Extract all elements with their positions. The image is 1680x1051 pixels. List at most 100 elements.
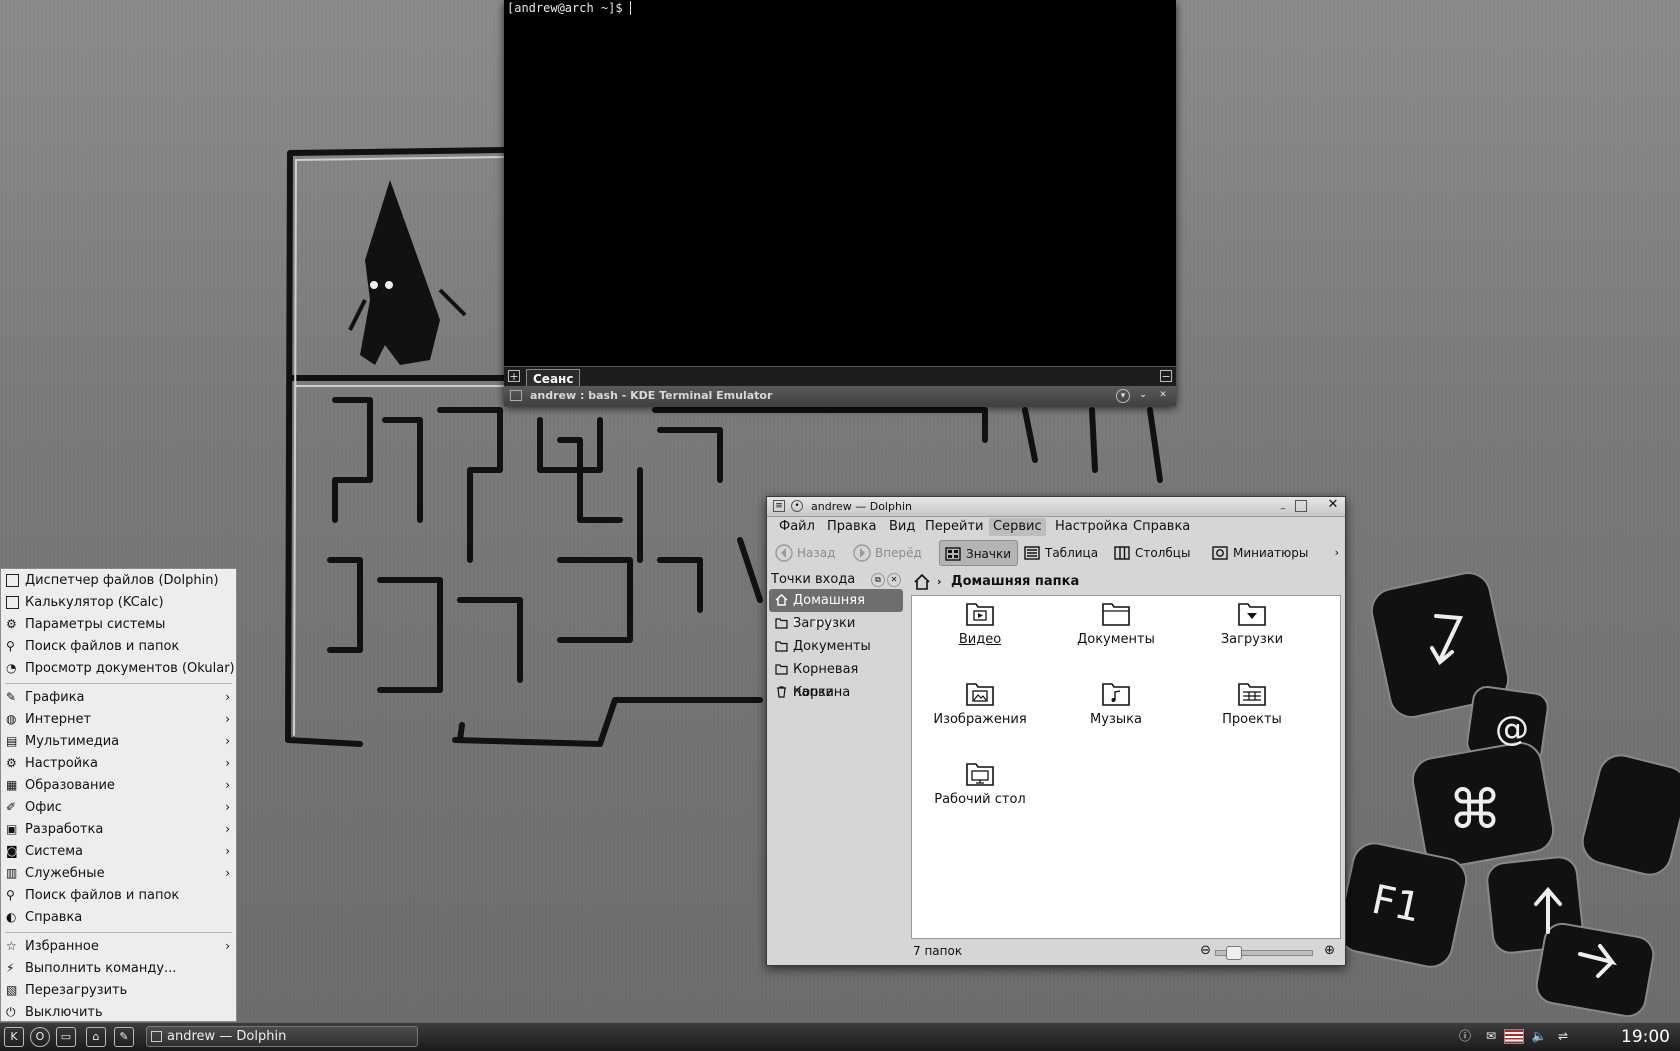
toolbar-overflow-icon[interactable]: › [1335,546,1339,559]
menu-category-office[interactable]: ✐ Офис › [1,797,236,818]
menu-tool-file-search[interactable]: ⚲ Поиск файлов и папок [1,885,236,906]
zoom-slider-thumb[interactable] [1226,946,1242,960]
pin-icon[interactable]: • [791,500,803,512]
details-view-button[interactable]: Таблица [1019,540,1098,566]
terminal-titlebar[interactable]: andrew : bash - KDE Terminal Emulator ▾ … [504,386,1176,406]
menu-help[interactable]: Справка [1129,518,1194,536]
folder-item[interactable]: Проекты [1192,680,1312,727]
close-icon[interactable]: ✕ [1156,389,1170,403]
clock[interactable]: 19:00 [1621,1023,1670,1051]
menu-go[interactable]: Перейти [921,518,988,536]
folder-item[interactable]: Видео [920,600,1040,647]
place-trash[interactable]: Корзина [769,681,903,704]
minimize-icon[interactable]: _ [1277,500,1289,512]
place-root[interactable]: Корневая папка [769,658,903,700]
forward-arrow-icon [853,544,871,562]
keyboard-layout-flag-icon[interactable] [1504,1029,1524,1044]
menu-tool-help[interactable]: ◐ Справка [1,907,236,928]
close-panel-icon[interactable]: ✕ [887,573,901,587]
menu-category-education[interactable]: ▦ Образование › [1,775,236,796]
star-icon: ☆ [6,939,17,953]
svg-text:⌘: ⌘ [1448,778,1502,841]
menu-settings[interactable]: Настройка [1051,518,1132,536]
terminal-prompt: [andrew@arch ~]$ [507,1,630,15]
text-editor-icon[interactable]: ✎ [114,1027,134,1047]
folder-label: Видео [958,632,1002,647]
taskbar-task-dolphin[interactable]: andrew — Dolphin [146,1026,418,1047]
preview-button[interactable]: Миниатюры [1207,540,1308,566]
detach-icon[interactable]: ⧉ [871,573,885,587]
folder-item[interactable]: Документы [1056,600,1176,647]
menu-app-label: Диспетчер файлов (Dolphin) [25,573,219,588]
close-icon[interactable]: ✕ [1327,498,1339,512]
mail-icon[interactable]: ✉ [1482,1029,1500,1044]
menu-file[interactable]: Файл [775,518,819,536]
menu-category-graphics[interactable]: ✎ Графика › [1,687,236,708]
terminal-screen[interactable]: [andrew@arch ~]$ [504,0,1176,366]
maximize-icon[interactable]: ⌄ [1136,389,1150,403]
menu-category-label: Система [25,844,84,859]
info-icon[interactable]: ⓘ [1456,1029,1474,1044]
wrench-icon: ⚙ [6,756,17,770]
window-menu-icon[interactable]: ≡ [773,500,785,512]
terminal-window[interactable]: [andrew@arch ~]$ + Сеанс − andrew : bash… [504,0,1176,406]
place-home[interactable]: Домашняя папка [769,589,903,631]
menu-app-file-search[interactable]: ⚲ Поиск файлов и папок [1,636,236,657]
volume-icon[interactable]: 🔈 [1530,1029,1548,1044]
breadcrumb[interactable]: › Домашняя папка [911,571,1341,593]
dolphin-window[interactable]: ≡ • andrew — Dolphin _ ✕ Файл Правка Вид… [766,496,1346,966]
forward-button[interactable]: Вперёд [849,540,922,566]
menu-view[interactable]: Вид [885,518,919,536]
menu-app-dolphin[interactable]: Диспетчер файлов (Dolphin) [1,570,236,591]
folder-item[interactable]: Загрузки [1192,600,1312,647]
home-icon[interactable] [913,573,931,591]
kde-menu-icon[interactable]: K [4,1027,24,1047]
menu-category-system[interactable]: ◙ Система › [1,841,236,862]
menu-category-settings[interactable]: ⚙ Настройка › [1,753,236,774]
menu-app-system-settings[interactable]: ⚙ Параметры системы [1,614,236,635]
menu-category-utilities[interactable]: ▥ Служебные › [1,863,236,884]
new-tab-icon[interactable]: + [508,370,520,382]
menu-tools[interactable]: Сервис [989,518,1046,536]
terminal-launcher-icon[interactable]: ▭ [56,1027,76,1047]
menu-category-internet[interactable]: ◍ Интернет › [1,709,236,730]
places-header: Точки входа ⧉ ✕ [769,571,903,589]
folder-item[interactable]: Изображения [920,680,1040,727]
zoom-slider[interactable] [1215,946,1313,960]
menu-category-multimedia[interactable]: ▤ Мультимедиа › [1,731,236,752]
home-launcher-icon[interactable]: ⌂ [86,1027,106,1047]
places-title: Точки входа [771,572,856,587]
restart-icon: ▧ [6,983,18,997]
back-button[interactable]: Назад [771,540,835,566]
menu-app-okular[interactable]: ◔ Просмотр документов (Okular) [1,658,236,679]
opera-icon[interactable]: O [30,1027,50,1047]
place-documents[interactable]: Документы [769,635,903,658]
zoom-in-icon[interactable]: ⊕ [1324,941,1335,961]
terminal-window-title: andrew : bash - KDE Terminal Emulator [530,389,773,402]
dolphin-window-title: andrew — Dolphin [811,500,912,513]
minimize-icon[interactable]: ▾ [1116,389,1130,403]
breadcrumb-separator-icon: › [937,575,942,588]
menu-edit[interactable]: Правка [823,518,880,536]
menu-run-command[interactable]: ⚡ Выполнить команду... [1,958,236,979]
folder-item[interactable]: Рабочий стол [920,760,1040,807]
menu-restart[interactable]: ▧ Перезагрузить [1,980,236,1001]
menu-app-kcalc[interactable]: Калькулятор (KCalc) [1,592,236,613]
menu-category-development[interactable]: ▣ Разработка › [1,819,236,840]
folder-item[interactable]: Музыка [1056,680,1176,727]
columns-view-label: Столбцы [1135,546,1191,560]
dolphin-titlebar[interactable]: ≡ • andrew — Dolphin _ ✕ [767,497,1345,517]
menu-category-label: Интернет [25,712,92,727]
network-icon[interactable]: ⇌ [1554,1029,1572,1044]
close-tab-icon[interactable]: − [1160,370,1172,382]
place-downloads[interactable]: Загрузки [769,612,903,635]
education-icon: ▦ [6,778,18,792]
icons-view-button[interactable]: Значки [939,540,1019,566]
submenu-arrow-icon: › [225,734,230,748]
columns-view-button[interactable]: Столбцы [1109,540,1190,566]
maximize-icon[interactable] [1295,500,1307,512]
menu-favorites[interactable]: ☆ Избранное › [1,936,236,957]
breadcrumb-current[interactable]: Домашняя папка [951,574,1079,589]
menu-shutdown[interactable]: ⏻ Выключить [1,1002,236,1023]
zoom-out-icon[interactable]: ⊖ [1200,941,1211,961]
